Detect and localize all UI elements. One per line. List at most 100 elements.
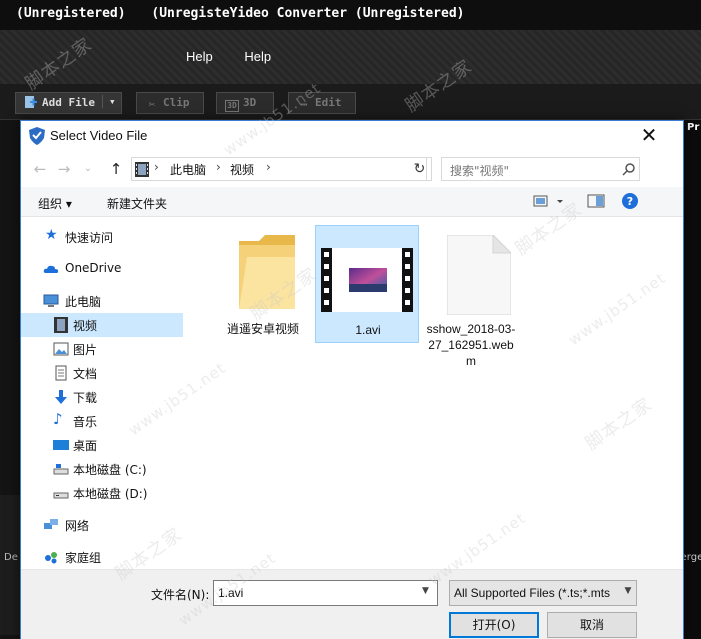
file-name-line: sshow_2018-03- [426,322,516,336]
network-icon [44,519,58,529]
drive-icon [53,464,69,475]
3d-label: 3D [243,96,257,109]
select-video-dialog: Select Video File ✕ ← → ⌄ ↑ › 此电脑 › 视频 ›… [20,120,684,639]
app-left-label: De [4,552,18,563]
breadcrumb-videos[interactable]: 视频 [230,161,254,178]
up-arrow-icon[interactable]: ↑ [105,159,127,179]
clip-button[interactable]: ✂ Clip [136,92,204,114]
app-menu: Help Help [186,49,299,64]
documents-icon [55,365,67,381]
back-arrow-icon[interactable]: ← [29,159,51,179]
desktop-icon [53,440,69,450]
svg-text:?: ? [627,195,633,208]
computer-icon [43,294,59,307]
app-title-part: (UnregisteYideo Converter (Unregistered) [151,6,465,21]
shield-icon [29,127,45,145]
drive-icon [53,492,69,499]
nav-item-label: 视频 [73,319,98,333]
nav-item-videos[interactable]: 视频 [21,313,183,337]
homegroup-icon [45,552,57,564]
app-title-bar: (Unregistered) (UnregisteYideo Converter… [0,0,701,30]
breadcrumb-separator[interactable]: › [154,160,159,174]
app-title-part: (Unregistered) [16,6,126,21]
nav-item-homegroup[interactable]: 家庭组 [21,545,183,569]
edit-button[interactable]: ⋯ Edit [288,92,356,114]
add-file-label: Add File [42,96,95,109]
breadcrumb-separator[interactable]: › [216,160,221,174]
file-name: sshow_2018-03- 27_162951.web m [419,321,523,369]
nav-item-label: 下载 [73,391,98,405]
edit-label: Edit [315,96,342,109]
nav-item-pictures[interactable]: 图片 [21,337,183,361]
clip-label: Clip [163,96,190,109]
breadcrumb-this-pc[interactable]: 此电脑 [170,161,206,178]
nav-item-label: 网络 [65,519,90,533]
navigation-pane: ★ 快速访问 OneDrive 此电脑 视频 图片 文档 下载 ♪ 音乐 桌面 … [21,217,191,569]
nav-item-drive-c[interactable]: 本地磁盘 (C:) [21,457,183,481]
command-bar: 组织 ▾ 新建文件夹 ? [21,187,683,217]
preview-label: Pr [687,122,700,133]
close-icon[interactable]: ✕ [627,121,671,151]
file-type-select[interactable]: All Supported Files (*.ts;*.mts ▼ [449,580,637,606]
new-folder-button[interactable]: 新建文件夹 [107,195,167,212]
chevron-down-icon[interactable]: ▼ [620,586,636,596]
nav-item-downloads[interactable]: 下载 [21,385,183,409]
search-input[interactable]: 搜索"视频" [441,157,640,181]
nav-item-quick-access[interactable]: ★ 快速访问 [21,225,183,249]
app-bottom-panel [0,495,20,635]
nav-item-label: 家庭组 [65,551,102,565]
file-name-line: m [466,354,476,368]
menu-help[interactable]: Help [244,49,271,64]
folder-item[interactable]: 逍遥安卓视频 [211,225,315,343]
filename-input[interactable]: 1.avi ▼ [213,580,438,606]
edit-icon: ⋯ [300,98,308,111]
refresh-icon[interactable]: ↻ [408,157,432,181]
search-icon [622,163,635,176]
filename-label: 文件名(N): [151,588,210,602]
3d-button[interactable]: 3D 3D [216,92,274,114]
view-options-icon[interactable] [533,193,563,209]
cloud-icon [43,265,59,273]
preview-pane-icon[interactable] [587,193,605,209]
nav-item-music[interactable]: ♪ 音乐 [21,409,183,433]
organize-button[interactable]: 组织 ▾ [38,195,72,212]
file-item[interactable]: sshow_2018-03- 27_162951.web m [419,225,523,375]
nav-item-this-pc[interactable]: 此电脑 [21,289,183,313]
chevron-down-icon[interactable]: ▼ [422,586,429,596]
help-icon[interactable]: ? [621,192,639,210]
address-bar[interactable]: › 此电脑 › 视频 › [131,157,427,181]
video-folder-icon [54,317,68,333]
menu-help[interactable]: Help [186,49,213,64]
pictures-icon [53,342,69,356]
file-name: 1.avi [355,323,381,337]
video-thumbnail-icon [321,248,413,312]
nav-item-desktop[interactable]: 桌面 [21,433,183,457]
music-icon: ♪ [53,410,63,428]
file-list: 逍遥安卓视频 1.avi sshow_2018-03- 27_162951.we… [191,217,683,569]
document-icon [447,235,511,315]
navigation-bar: ← → ⌄ ↑ › 此电脑 › 视频 › ↻ 搜索"视频" [21,151,683,187]
search-placeholder: 搜索"视频" [450,164,510,178]
open-button[interactable]: 打开(O) [449,612,539,638]
dialog-title-bar: Select Video File ✕ [21,121,683,151]
video-folder-icon [135,162,149,177]
file-name-line: 27_162951.web [428,338,514,352]
download-icon [55,390,67,404]
nav-item-documents[interactable]: 文档 [21,361,183,385]
chevron-down-icon[interactable]: ▾ [102,95,116,108]
breadcrumb-separator[interactable]: › [266,160,271,174]
file-item-selected[interactable]: 1.avi [315,225,419,343]
add-file-button[interactable]: Add File ▾ [15,92,122,114]
nav-item-onedrive[interactable]: OneDrive [21,257,183,281]
nav-item-drive-d[interactable]: 本地磁盘 (D:) [21,481,183,505]
cancel-button[interactable]: 取消 [547,612,637,638]
app-toolbar: Add File ▾ ✂ Clip 3D 3D ⋯ Edit [0,84,701,120]
nav-item-label: 本地磁盘 (C:) [73,463,147,477]
nav-item-network[interactable]: 网络 [21,513,183,537]
forward-arrow-icon[interactable]: → [53,159,75,179]
add-file-icon [25,96,37,108]
file-name: 逍遥安卓视频 [226,322,299,336]
3d-icon: 3D [225,100,239,112]
recent-chevron-icon[interactable]: ⌄ [77,159,99,179]
star-icon: ★ [45,227,58,243]
